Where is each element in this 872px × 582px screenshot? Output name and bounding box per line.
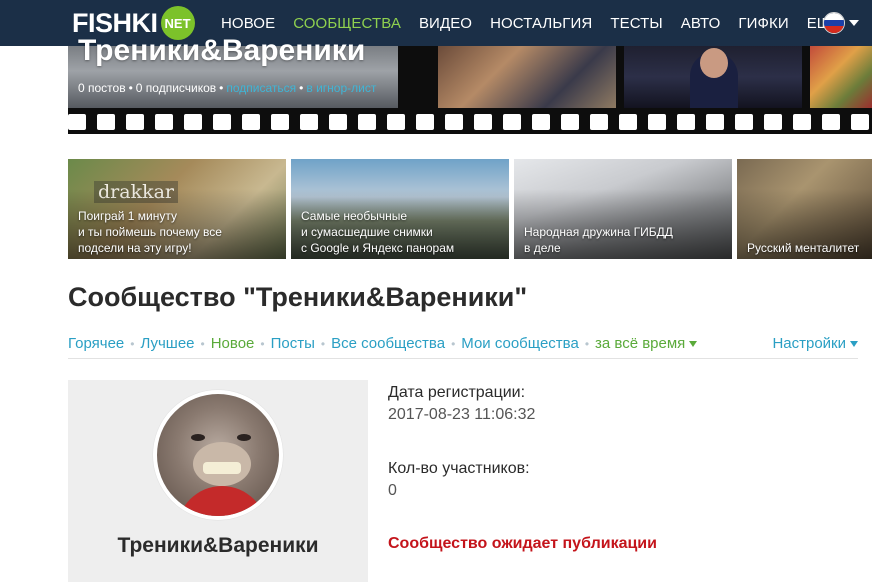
period-dropdown[interactable]: за всё время [595, 335, 698, 352]
sprocket-hole [213, 114, 231, 130]
community-name: Треники&Вареники [117, 534, 319, 557]
sprocket-hole [735, 114, 753, 130]
sprocket-hole [68, 114, 86, 130]
sprocket-hole [358, 114, 376, 130]
sprocket-hole [822, 114, 840, 130]
sprocket-hole [242, 114, 260, 130]
tab-best[interactable]: Лучшее [140, 335, 194, 352]
tab-all-communities[interactable]: Все сообщества [331, 335, 445, 352]
sprocket-hole [445, 114, 463, 130]
nav-item-new[interactable]: НОВОЕ [221, 15, 275, 32]
chevron-down-icon [850, 341, 858, 348]
sprocket-hole [126, 114, 144, 130]
sprocket-hole [300, 114, 318, 130]
sprocket-hole [706, 114, 724, 130]
tab-new[interactable]: Новое [211, 335, 255, 352]
subscribe-link[interactable]: подписаться [226, 81, 296, 95]
promo-tile-mentality[interactable]: Русский менталитет [737, 159, 872, 259]
chevron-down-icon [849, 20, 859, 26]
page-title: Сообщество "Треники&Вареники" [68, 282, 528, 312]
nav-item-video[interactable]: ВИДЕО [419, 15, 472, 32]
sprocket-hole [155, 114, 173, 130]
promo-caption: Поиграй 1 минуту и ты поймешь почему все… [78, 209, 222, 255]
members-count-label: Кол-во участников: [388, 460, 530, 477]
banner-frame-2 [438, 46, 616, 108]
nav-item-auto[interactable]: АВТО [681, 15, 721, 32]
registration-date-label: Дата регистрации: [388, 384, 526, 401]
sprocket-hole [590, 114, 608, 130]
russia-flag-icon [823, 12, 845, 34]
ignore-list-link[interactable]: в игнор-лист [306, 81, 376, 95]
promo-tile-gibdd[interactable]: Народная дружина ГИБДД в деле [514, 159, 732, 259]
sprocket-hole [97, 114, 115, 130]
chevron-down-icon [689, 341, 698, 348]
nav-item-nostalgia[interactable]: НОСТАЛЬГИЯ [490, 15, 592, 32]
promo-caption: Народная дружина ГИБДД в деле [524, 225, 673, 255]
sprocket-hole [619, 114, 637, 130]
sprocket-hole [184, 114, 202, 130]
banner-title: Треники&Вареники [78, 34, 366, 67]
sprocket-hole [677, 114, 695, 130]
posts-count: 0 постов [78, 81, 126, 95]
tab-posts[interactable]: Посты [271, 335, 315, 352]
sprocket-hole [764, 114, 782, 130]
members-count-value: 0 [388, 482, 397, 499]
sprocket-hole [793, 114, 811, 130]
promo-tile-panoramas[interactable]: Самые необычные и сумасшедшие снимки с G… [291, 159, 509, 259]
tab-my-communities[interactable]: Мои сообщества [461, 335, 579, 352]
settings-dropdown[interactable]: Настройки [772, 335, 858, 352]
language-selector[interactable] [823, 12, 859, 34]
community-avatar [153, 390, 283, 520]
sprocket-hole [271, 114, 289, 130]
promo-tile-game[interactable]: drakkar Поиграй 1 минуту и ты поймешь по… [68, 159, 286, 259]
community-card: Треники&Вареники [68, 380, 368, 582]
banner-frame-4 [810, 46, 872, 108]
banner-stats: 0 постов • 0 подписчиков • подписаться • в игн… [78, 81, 377, 95]
registration-date-value: 2017-08-23 11:06:32 [388, 406, 536, 423]
nav-item-communities[interactable]: СООБЩЕСТВА [293, 15, 401, 32]
film-sprocket-holes [68, 114, 872, 130]
publication-status: Сообщество ожидает публикации [388, 535, 657, 552]
promo-caption: Самые необычные и сумасшедшие снимки с G… [301, 209, 455, 255]
filter-tabs: Горячее • Лучшее • Новое • Посты • Все с… [68, 329, 858, 359]
sprocket-hole [329, 114, 347, 130]
sprocket-hole [851, 114, 869, 130]
sprocket-hole [561, 114, 579, 130]
sprocket-hole [416, 114, 434, 130]
settings-label: Настройки [772, 335, 846, 352]
sprocket-hole [648, 114, 666, 130]
nav-item-gifs[interactable]: ГИФКИ [738, 15, 788, 32]
period-label: за всё время [595, 335, 686, 352]
nav-item-tests[interactable]: ТЕСТЫ [610, 15, 662, 32]
sprocket-hole [503, 114, 521, 130]
tab-hot[interactable]: Горячее [68, 335, 124, 352]
promo-caption: Русский менталитет [747, 241, 860, 255]
subscribers-count: 0 подписчиков [135, 81, 217, 95]
sprocket-hole [474, 114, 492, 130]
banner-frame-3 [624, 46, 802, 108]
community-info: Дата регистрации: 2017-08-23 11:06:32 Ко… [388, 384, 657, 552]
sprocket-hole [532, 114, 550, 130]
sprocket-hole [387, 114, 405, 130]
